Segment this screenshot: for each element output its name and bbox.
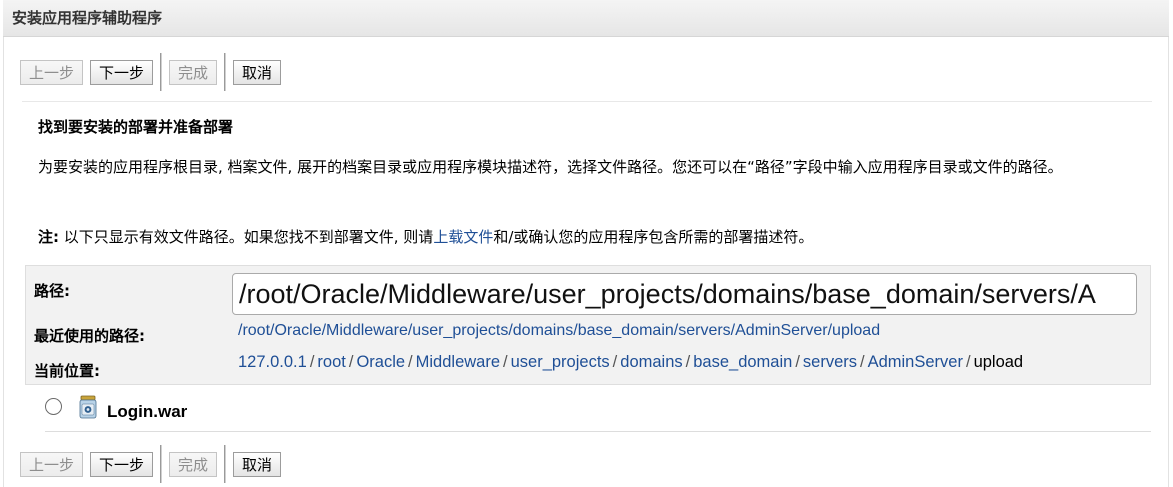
crumb-separator: / <box>612 353 618 371</box>
top-toolbar: 上一步 下一步 完成 取消 <box>20 53 288 91</box>
crumb-separator: / <box>503 353 508 371</box>
file-name: Login.war <box>107 402 188 421</box>
next-button-bottom[interactable]: 下一步 <box>90 451 154 477</box>
note-text-before: 以下只显示有效文件路径。如果您找不到部署文件, 则请 <box>59 228 434 246</box>
upload-files-link[interactable]: 上载文件 <box>433 228 493 246</box>
crumb-separator: / <box>860 353 865 371</box>
crumb-base-domain[interactable]: base_domain <box>693 353 792 371</box>
crumb-oracle[interactable]: Oracle <box>356 353 405 371</box>
crumb-separator: / <box>348 353 354 371</box>
recent-path-label: 最近使用的路径: <box>34 327 145 345</box>
divider <box>22 101 1152 102</box>
crumb-separator: / <box>309 353 315 371</box>
note-label: 注: <box>38 228 59 246</box>
crumb-separator: / <box>795 353 800 371</box>
window-title: 安装应用程序辅助程序 <box>12 9 163 27</box>
toolbar-separator <box>224 53 227 91</box>
path-label: 路径: <box>34 282 70 300</box>
crumb-user-projects[interactable]: user_projects <box>511 353 610 371</box>
current-location-label: 当前位置: <box>34 362 100 380</box>
file-select-radio[interactable] <box>45 398 62 415</box>
crumb-servers[interactable]: servers <box>803 353 857 371</box>
finish-button[interactable]: 完成 <box>169 59 218 85</box>
crumb-separator: / <box>685 353 691 371</box>
file-row: Login.war <box>45 395 1151 432</box>
crumb-root[interactable]: root <box>317 353 345 371</box>
toolbar-separator <box>160 53 163 91</box>
cancel-button[interactable]: 取消 <box>233 59 282 85</box>
recent-path-link[interactable]: /root/Oracle/Middleware/user_projects/do… <box>238 322 880 340</box>
description-text: 为要安装的应用程序根目录, 档案文件, 展开的档案目录或应用程序模块描述符，选择… <box>38 158 1063 176</box>
note-text-after: 和/或确认您的应用程序包含所需的部署描述符。 <box>493 228 814 246</box>
back-button[interactable]: 上一步 <box>20 59 84 85</box>
next-button[interactable]: 下一步 <box>90 59 154 85</box>
finish-button-bottom[interactable]: 完成 <box>169 451 218 477</box>
toolbar-separator <box>224 445 227 483</box>
crumb-domains[interactable]: domains <box>620 353 682 371</box>
crumb-separator: / <box>408 353 413 371</box>
crumb-separator: / <box>965 353 971 371</box>
section-heading: 找到要安装的部署并准备部署 <box>38 118 234 136</box>
crumb-middleware[interactable]: Middleware <box>416 353 500 371</box>
toolbar-separator <box>160 445 163 483</box>
back-button-bottom[interactable]: 上一步 <box>20 451 84 477</box>
jar-file-icon <box>79 395 97 419</box>
breadcrumb: 127.0.0.1/root / Oracle / Middleware / user_pr… <box>238 353 1023 372</box>
crumb-adminserver[interactable]: AdminServer <box>868 353 963 371</box>
cancel-button-bottom[interactable]: 取消 <box>233 451 282 477</box>
title-bar: 安装应用程序辅助程序 <box>3 0 1169 37</box>
crumb-current: upload <box>973 353 1024 371</box>
path-input[interactable]: /root/Oracle/Middleware/user_projects/do… <box>232 273 1137 315</box>
crumb-host[interactable]: 127.0.0.1 <box>238 353 307 371</box>
bottom-toolbar: 上一步 下一步 完成 取消 <box>20 445 288 483</box>
note-text: 注: 以下只显示有效文件路径。如果您找不到部署文件, 则请上载文件和/或确认您的… <box>38 226 813 247</box>
